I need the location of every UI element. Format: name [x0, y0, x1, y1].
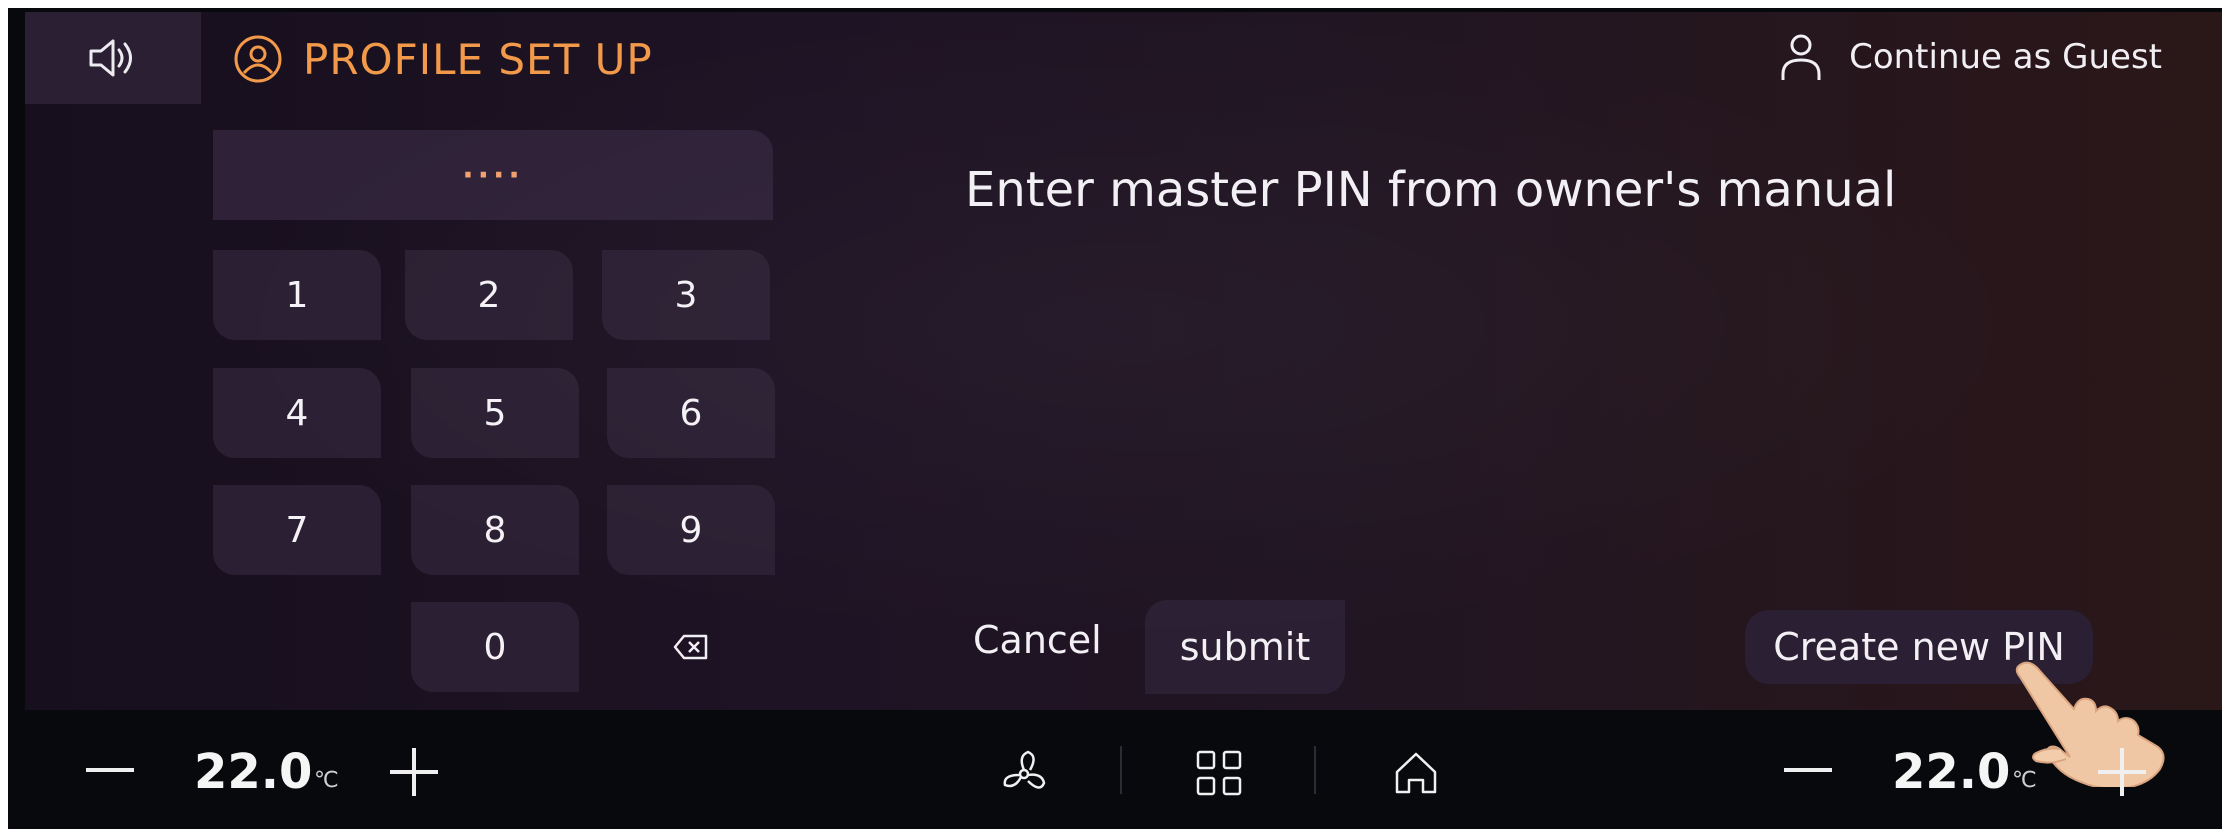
- key-0[interactable]: 0: [411, 602, 579, 692]
- key-4[interactable]: 4: [213, 368, 381, 458]
- left-temperature-unit: ℃: [314, 768, 339, 793]
- right-temperature: 22.0: [1892, 744, 2011, 800]
- plus-icon[interactable]: [390, 748, 438, 796]
- key-5[interactable]: 5: [411, 368, 579, 458]
- page-title: PROFILE SET UP: [303, 34, 653, 84]
- key-7[interactable]: 7: [213, 485, 381, 575]
- bar-divider: [1120, 746, 1122, 794]
- bar-divider: [1314, 746, 1316, 794]
- minus-icon[interactable]: [86, 766, 134, 774]
- pin-display-field[interactable]: ····: [213, 130, 773, 220]
- minus-icon[interactable]: [1784, 766, 1832, 774]
- plus-icon[interactable]: [2098, 748, 2146, 796]
- volume-button[interactable]: [25, 12, 201, 104]
- home-icon[interactable]: [1393, 750, 1439, 796]
- display-frame: PROFILE SET UP Continue as Guest ···· 1 …: [8, 8, 2222, 829]
- climate-bar: 22.0 ℃ 22.0 ℃: [8, 716, 2222, 829]
- header-title-group: PROFILE SET UP: [233, 32, 653, 86]
- left-temperature: 22.0: [194, 744, 313, 800]
- cancel-button[interactable]: Cancel: [973, 618, 1102, 662]
- key-1[interactable]: 1: [213, 250, 381, 340]
- backspace-icon: [673, 634, 708, 660]
- key-3[interactable]: 3: [602, 250, 770, 340]
- key-8[interactable]: 8: [411, 485, 579, 575]
- pin-prompt: Enter master PIN from owner's manual: [965, 162, 1897, 218]
- key-6[interactable]: 6: [607, 368, 775, 458]
- key-2[interactable]: 2: [405, 250, 573, 340]
- right-temperature-unit: ℃: [2012, 768, 2037, 793]
- speaker-icon: [89, 39, 132, 77]
- guest-label: Continue as Guest: [1849, 37, 2162, 77]
- user-circle-icon: [234, 35, 282, 83]
- apps-grid-icon[interactable]: [1196, 750, 1242, 796]
- backspace-button[interactable]: [607, 602, 775, 692]
- fan-icon[interactable]: [998, 748, 1050, 800]
- key-9[interactable]: 9: [607, 485, 775, 575]
- continue-as-guest-button[interactable]: Continue as Guest: [1779, 32, 2162, 82]
- person-icon: [1781, 34, 1821, 80]
- main-screen: PROFILE SET UP Continue as Guest ···· 1 …: [25, 12, 2222, 787]
- submit-button[interactable]: submit: [1145, 600, 1345, 694]
